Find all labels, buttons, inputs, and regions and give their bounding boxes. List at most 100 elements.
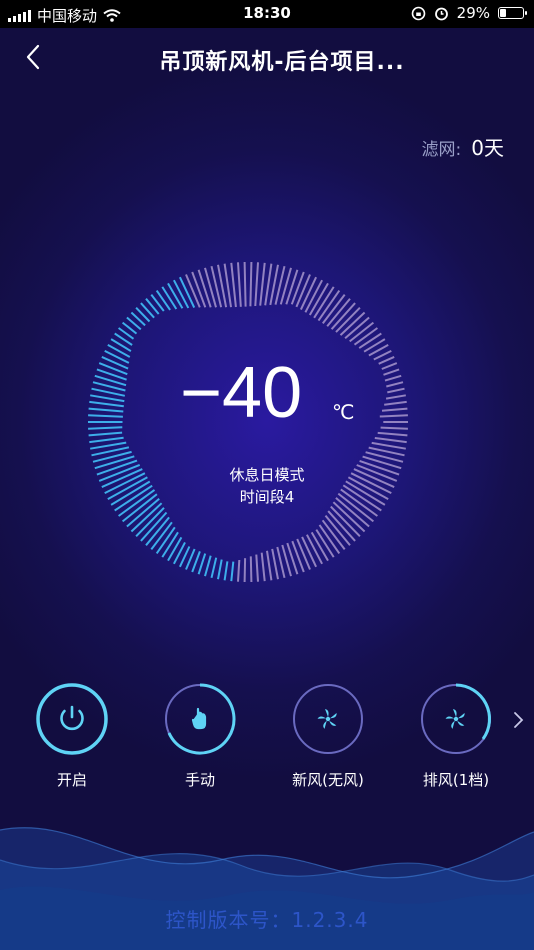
- dial-tick: [210, 557, 218, 579]
- dial-tick: [243, 261, 247, 307]
- manual-ring: [164, 683, 236, 755]
- dial-tick: [90, 441, 127, 450]
- dial-tick: [383, 368, 400, 376]
- dial-tick: [295, 274, 311, 308]
- mode-info: 休息日模式 时间段4: [0, 464, 534, 508]
- power-ring: [36, 683, 108, 755]
- page-title: 吊顶新风机-后台项目...: [159, 50, 405, 75]
- fan-icon: [421, 683, 491, 754]
- dial-tick: [290, 271, 305, 305]
- temperature-value: −40: [180, 353, 303, 433]
- period-label: 时间段4: [239, 488, 295, 506]
- temperature-display: −40 ℃: [180, 352, 360, 442]
- mode-label: 休息日模式: [229, 466, 305, 484]
- dial-tick: [254, 262, 259, 307]
- dial-tick: [384, 400, 407, 406]
- dial-tick: [167, 282, 184, 309]
- version-label: 控制版本号：1.2.3.4: [165, 908, 369, 932]
- dial-tick: [378, 355, 395, 365]
- filter-label: 滤网:: [421, 140, 462, 160]
- chevron-right-icon[interactable]: [510, 710, 526, 730]
- dial-tick: [260, 552, 266, 582]
- dial-tick: [167, 536, 183, 562]
- dial-tick: [358, 332, 382, 349]
- dial-tick: [237, 262, 242, 307]
- dial-tick: [381, 362, 398, 370]
- dial-tick: [249, 556, 253, 583]
- power-label: 开启: [56, 771, 87, 789]
- dial-tick: [173, 279, 190, 309]
- dial-tick: [385, 394, 406, 400]
- power-button[interactable]: 开启: [32, 683, 112, 790]
- dial-tick: [249, 261, 253, 307]
- dial-tick: [371, 441, 406, 450]
- dial-tick: [296, 538, 311, 570]
- dial-tick: [178, 276, 196, 309]
- dial-tick: [380, 426, 408, 430]
- dial-tick: [191, 271, 207, 308]
- dial-tick: [301, 536, 318, 568]
- dial-tick: [161, 286, 178, 310]
- dial-tick: [377, 431, 408, 437]
- dial-tick: [381, 407, 408, 412]
- control-bar: 开启 手动 新风(无风) 排风(1档): [0, 683, 534, 793]
- fresh-air-ring: [292, 683, 364, 755]
- exhaust-ring: [420, 683, 492, 755]
- alarm-icon: [434, 7, 448, 20]
- dial-tick: [223, 561, 229, 581]
- dial-tick: [230, 561, 235, 582]
- dial-tick: [155, 290, 171, 311]
- dial-tick: [88, 431, 123, 437]
- dial-tick: [89, 400, 124, 408]
- fan-icon: [293, 684, 363, 754]
- dial-tick: [243, 558, 247, 583]
- dial-tick: [89, 436, 124, 444]
- dial-tick: [259, 262, 266, 306]
- dial-tick: [330, 505, 361, 537]
- exhaust-label: 排风(1档): [422, 771, 490, 789]
- dial-tick: [101, 355, 129, 370]
- nav-bar: 吊顶新风机-后台项目...: [0, 28, 534, 92]
- dial-tick: [88, 407, 124, 413]
- exhaust-button[interactable]: 排风(1档): [416, 683, 496, 790]
- dial-tick: [204, 267, 217, 308]
- dial-tick: [237, 559, 241, 582]
- fresh-air-label: 新风(无风): [292, 771, 364, 789]
- status-bar: 中国移动 18:30 29%: [0, 0, 534, 28]
- hand-pointer-icon: [165, 683, 236, 755]
- dial-tick: [204, 555, 212, 577]
- dial-tick: [379, 414, 408, 418]
- temperature-unit: ℃: [332, 400, 355, 424]
- manual-mode-button[interactable]: 手动: [160, 683, 240, 790]
- dial-tick: [217, 559, 223, 580]
- back-chevron-icon[interactable]: [20, 42, 50, 72]
- filter-status: 滤网: 0天: [422, 132, 504, 161]
- dial-tick: [387, 387, 405, 394]
- dial-tick: [197, 553, 207, 575]
- dial-tick: [161, 531, 179, 558]
- dial-tick: [271, 548, 279, 580]
- dial-tick: [104, 350, 130, 364]
- filter-value: 0天: [471, 136, 504, 160]
- dial-tick: [363, 338, 386, 353]
- dial-tick: [291, 540, 305, 573]
- dial-tick: [185, 274, 201, 308]
- dial-tick: [230, 262, 237, 308]
- dial-tick: [266, 550, 273, 581]
- manual-label: 手动: [184, 771, 215, 789]
- dial-tick: [353, 327, 378, 346]
- dial-tick: [255, 554, 259, 582]
- dial-tick: [386, 381, 404, 388]
- rotation-lock-icon: [411, 6, 425, 20]
- battery-percent: 29%: [456, 4, 490, 22]
- power-icon: [36, 683, 108, 755]
- battery-icon: [498, 7, 527, 19]
- dial-tick: [285, 269, 299, 305]
- dial-tick: [197, 269, 212, 308]
- fresh-air-button[interactable]: 新风(无风): [288, 683, 368, 790]
- dial-tick: [90, 394, 125, 403]
- dial-tick: [374, 437, 407, 444]
- status-right: 29%: [411, 4, 527, 22]
- dial-tick: [384, 374, 402, 382]
- dial-tick: [88, 426, 123, 430]
